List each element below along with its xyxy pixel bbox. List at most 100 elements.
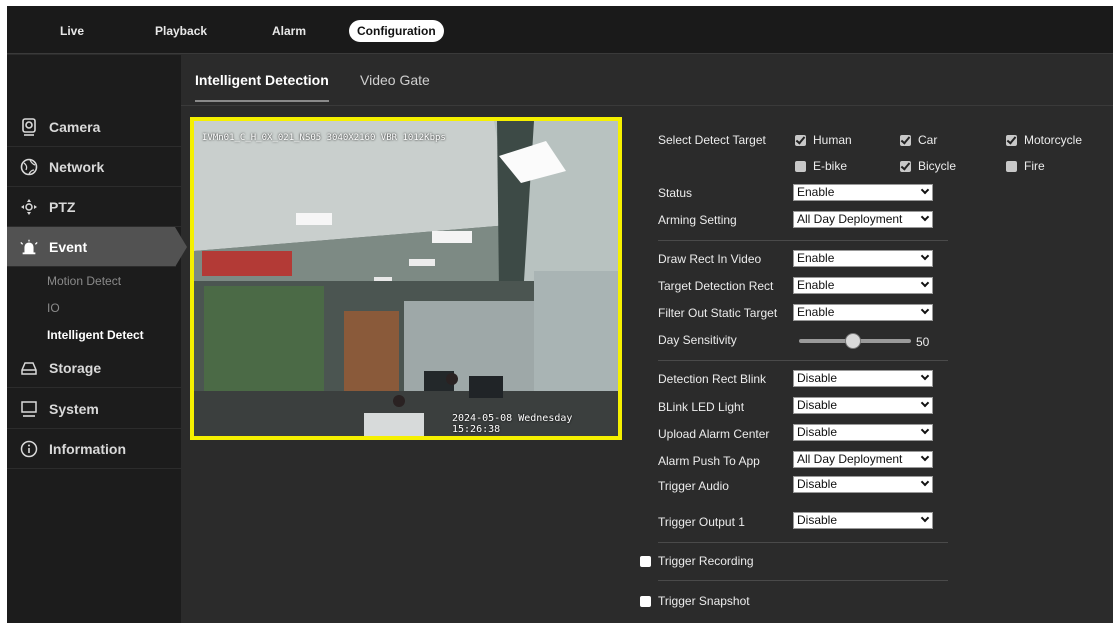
select-value: Disable [797, 398, 838, 412]
led-light-select[interactable]: Disable [793, 397, 933, 414]
nav-live[interactable]: Live [60, 20, 84, 42]
rect-blink-select[interactable]: Disable [793, 370, 933, 387]
target-human-checkbox[interactable]: Human [795, 133, 852, 147]
select-value: Enable [797, 251, 835, 265]
rect-blink-label: Detection Rect Blink [658, 372, 767, 386]
upload-alarm-label: Upload Alarm Center [658, 427, 770, 441]
status-label: Status [658, 186, 693, 200]
chevron-down-icon [920, 452, 930, 462]
target-car-checkbox[interactable]: Car [900, 133, 937, 147]
alarm-push-select[interactable]: All Day Deployment [793, 451, 933, 468]
arming-setting-label: Arming Setting [658, 213, 737, 227]
target-ebike-checkbox[interactable]: E-bike [795, 159, 847, 173]
sidebar-item-label: System [49, 400, 99, 417]
upload-alarm-select[interactable]: Disable [793, 424, 933, 441]
sidebar-item-ptz[interactable]: PTZ [7, 187, 181, 227]
status-select[interactable]: Enable [793, 184, 933, 201]
sidebar: Camera Network PTZ Event Motion Detect I… [7, 55, 187, 623]
checkbox-label: E-bike [813, 159, 848, 173]
sidebar-item-label: Event [49, 238, 88, 255]
alarm-icon [19, 237, 39, 257]
info-icon [19, 439, 39, 459]
draw-rect-label: Draw Rect In Video [658, 252, 762, 266]
checkbox-label: Trigger Recording [658, 554, 754, 568]
sidebar-item-label: Storage [49, 359, 102, 376]
chevron-down-icon [920, 513, 930, 523]
select-value: Disable [797, 425, 838, 439]
day-sensitivity-value: 50 [916, 335, 930, 349]
target-motorcycle-checkbox[interactable]: Motorcycle [1006, 133, 1082, 147]
trigger-output-select[interactable]: Disable [793, 512, 933, 529]
window-frame-left [0, 0, 7, 623]
select-value: Disable [797, 371, 838, 385]
detect-target-label: Select Detect Target [658, 133, 766, 147]
target-rect-label: Target Detection Rect [658, 279, 774, 293]
draw-rect-select[interactable]: Enable [793, 250, 933, 267]
storage-icon [19, 358, 39, 378]
sidebar-item-camera[interactable]: Camera [7, 107, 181, 147]
ptz-icon [19, 197, 39, 217]
checkbox-box [640, 555, 651, 567]
select-value: All Day Deployment [797, 452, 903, 466]
camera-icon [19, 117, 39, 137]
select-value: Disable [797, 477, 838, 491]
chevron-down-icon [920, 251, 930, 261]
sidebar-subitem-io[interactable]: IO [47, 301, 60, 315]
nav-configuration[interactable]: Configuration [349, 20, 444, 42]
select-value: Disable [797, 513, 838, 527]
checkbox-box [900, 134, 911, 146]
target-rect-select[interactable]: Enable [793, 277, 933, 294]
trigger-recording-checkbox[interactable]: Trigger Recording [640, 554, 754, 568]
chevron-down-icon [920, 371, 930, 381]
filter-static-label: Filter Out Static Target [658, 306, 778, 320]
section-divider [658, 240, 948, 241]
filter-static-select[interactable]: Enable [793, 304, 933, 321]
checkbox-label: Human [813, 133, 852, 147]
top-navigation: Live Playback Alarm Configuration [7, 6, 1113, 54]
sidebar-subitem-motion-detect[interactable]: Motion Detect [47, 274, 121, 288]
sidebar-item-network[interactable]: Network [7, 147, 181, 187]
tab-intelligent-detection[interactable]: Intelligent Detection [195, 72, 329, 102]
sidebar-subitem-intelligent-detect[interactable]: Intelligent Detect [47, 328, 144, 342]
monitor-icon [19, 399, 39, 419]
checkbox-label: Trigger Snapshot [658, 594, 750, 608]
chevron-down-icon [920, 278, 930, 288]
chevron-down-icon [920, 305, 930, 315]
sidebar-item-information[interactable]: Information [7, 429, 181, 469]
trigger-output-label: Trigger Output 1 [658, 515, 745, 529]
nav-playback[interactable]: Playback [155, 20, 207, 42]
sidebar-item-label: Camera [49, 118, 101, 135]
trigger-audio-select[interactable]: Disable [793, 476, 933, 493]
select-value: Enable [797, 278, 835, 292]
target-bicycle-checkbox[interactable]: Bicycle [900, 159, 956, 173]
day-sensitivity-slider-handle[interactable] [845, 333, 861, 349]
arming-setting-select[interactable]: All Day Deployment [793, 211, 933, 228]
checkbox-box [795, 160, 806, 172]
sidebar-item-system[interactable]: System [7, 389, 181, 429]
tab-video-gate[interactable]: Video Gate [360, 72, 430, 102]
target-fire-checkbox[interactable]: Fire [1006, 159, 1045, 173]
chevron-down-icon [920, 212, 930, 222]
trigger-snapshot-checkbox[interactable]: Trigger Snapshot [640, 594, 750, 608]
alarm-push-label: Alarm Push To App [658, 454, 760, 468]
tab-divider [181, 105, 1113, 106]
checkbox-label: Motorcycle [1024, 133, 1083, 147]
checkbox-box [640, 595, 651, 607]
chevron-down-icon [920, 477, 930, 487]
sidebar-item-event[interactable]: Event [7, 227, 187, 267]
video-osd-timestamp: 2024-05-08 Wednesday 15:26:38 [452, 413, 573, 435]
select-value: All Day Deployment [797, 212, 903, 226]
checkbox-label: Fire [1024, 159, 1045, 173]
checkbox-box [1006, 134, 1017, 146]
sidebar-item-label: Network [49, 158, 105, 175]
checkbox-box [1006, 160, 1017, 172]
nav-alarm[interactable]: Alarm [272, 20, 306, 42]
select-value: Enable [797, 185, 835, 199]
sidebar-item-label: PTZ [49, 198, 76, 215]
video-preview[interactable]: IVMn01_C_H_0X_021_NS05 3040X2160 VBR 101… [190, 117, 622, 440]
globe-icon [19, 157, 39, 177]
chevron-down-icon [920, 185, 930, 195]
sidebar-item-storage[interactable]: Storage [7, 348, 181, 388]
checkbox-label: Car [918, 133, 938, 147]
checkbox-box [795, 134, 806, 146]
